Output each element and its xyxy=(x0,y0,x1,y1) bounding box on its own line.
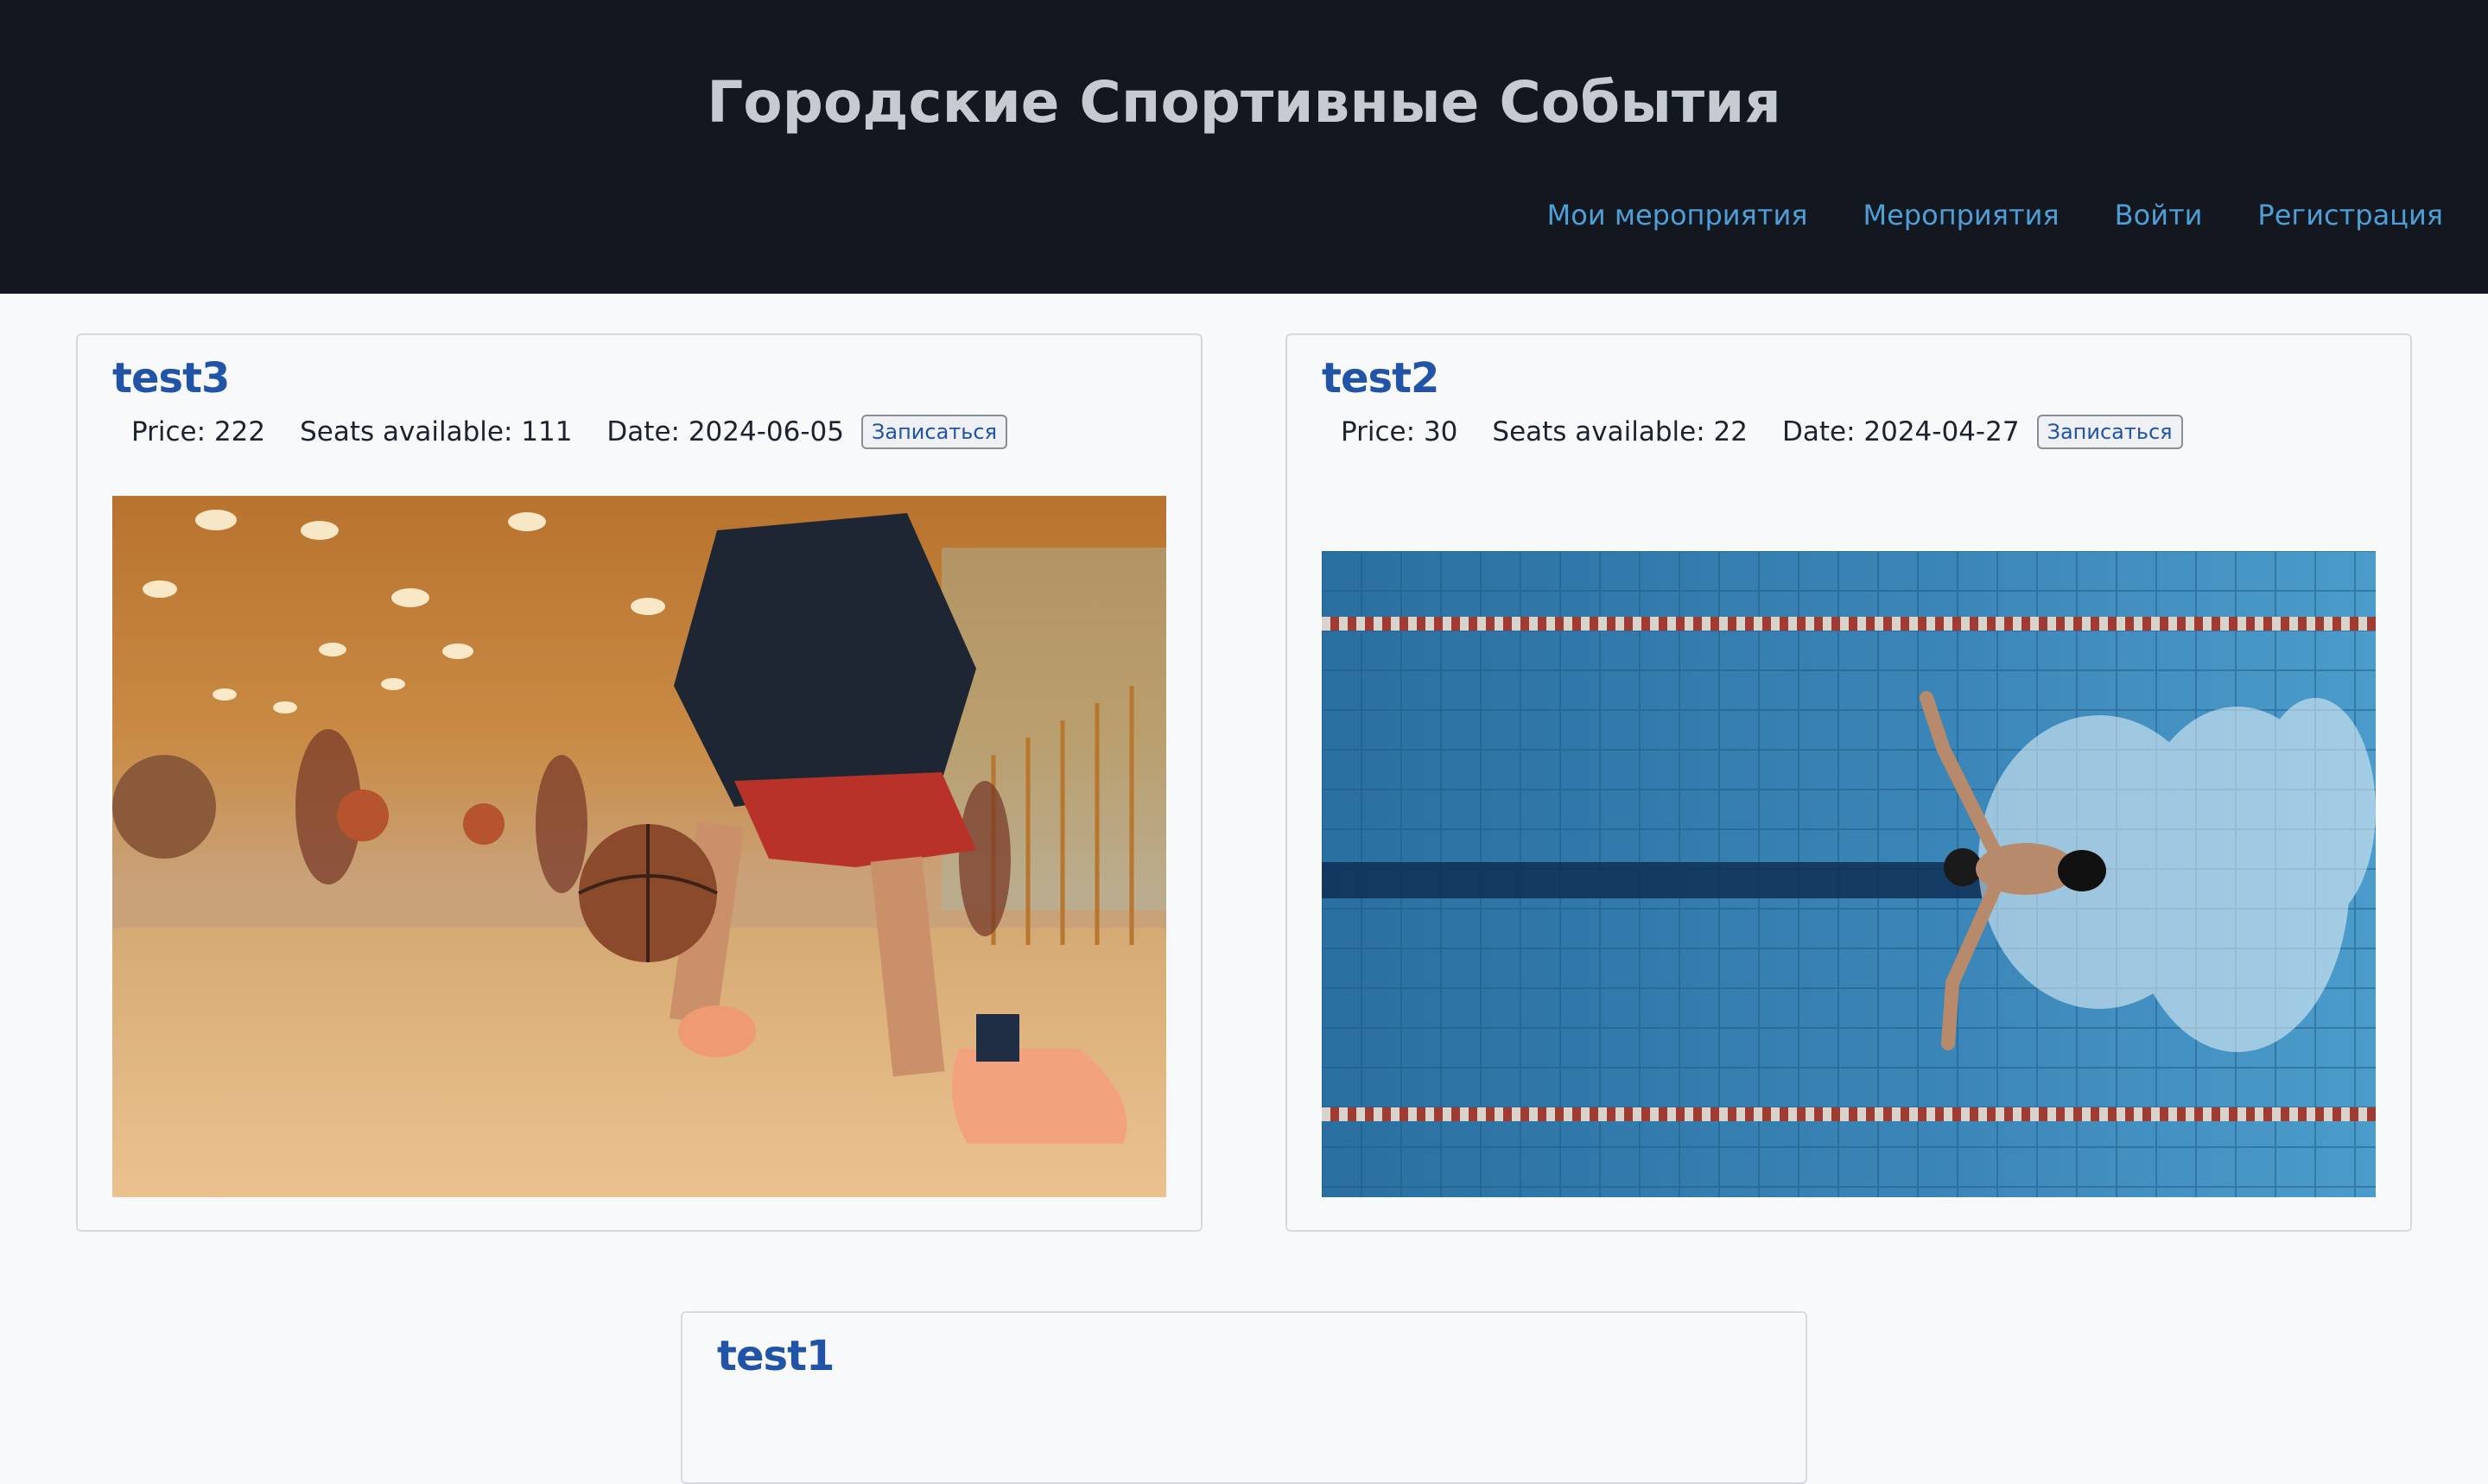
event-meta: Price: 30 Seats available: 22 Date: 2024… xyxy=(1341,415,2183,449)
nav-register[interactable]: Регистрация xyxy=(2257,199,2443,231)
event-meta: Price: 222 Seats available: 111 Date: 20… xyxy=(131,415,1008,449)
main-nav: Мои мероприятия Мероприятия Войти Регист… xyxy=(1547,199,2443,231)
join-button[interactable]: Записаться xyxy=(861,415,1008,449)
event-title: test3 xyxy=(112,354,230,403)
event-seats: Seats available: 22 xyxy=(1492,416,1748,447)
event-title: test2 xyxy=(1322,354,1439,403)
event-card: test3 Price: 222 Seats available: 111 Da… xyxy=(76,333,1203,1232)
site-header: Городские Спортивные События Мои меропри… xyxy=(0,0,2488,294)
event-seats: Seats available: 111 xyxy=(300,416,573,447)
event-card: test2 Price: 30 Seats available: 22 Date… xyxy=(1285,333,2412,1232)
event-date: Date: 2024-04-27 xyxy=(1781,416,2020,447)
event-price: Price: 30 xyxy=(1341,416,1458,447)
event-title: test1 xyxy=(717,1332,835,1380)
site-title: Городские Спортивные События xyxy=(707,69,1781,136)
basketball-photo xyxy=(112,496,1166,1197)
event-price: Price: 222 xyxy=(131,416,266,447)
nav-login[interactable]: Войти xyxy=(2115,199,2203,231)
nav-my-events[interactable]: Мои мероприятия xyxy=(1547,199,1808,231)
nav-events[interactable]: Мероприятия xyxy=(1863,199,2060,231)
swimming-photo xyxy=(1322,551,2376,1197)
event-card: test1 xyxy=(681,1311,1807,1484)
join-button[interactable]: Записаться xyxy=(2036,415,2183,449)
event-date: Date: 2024-06-05 xyxy=(606,416,844,447)
